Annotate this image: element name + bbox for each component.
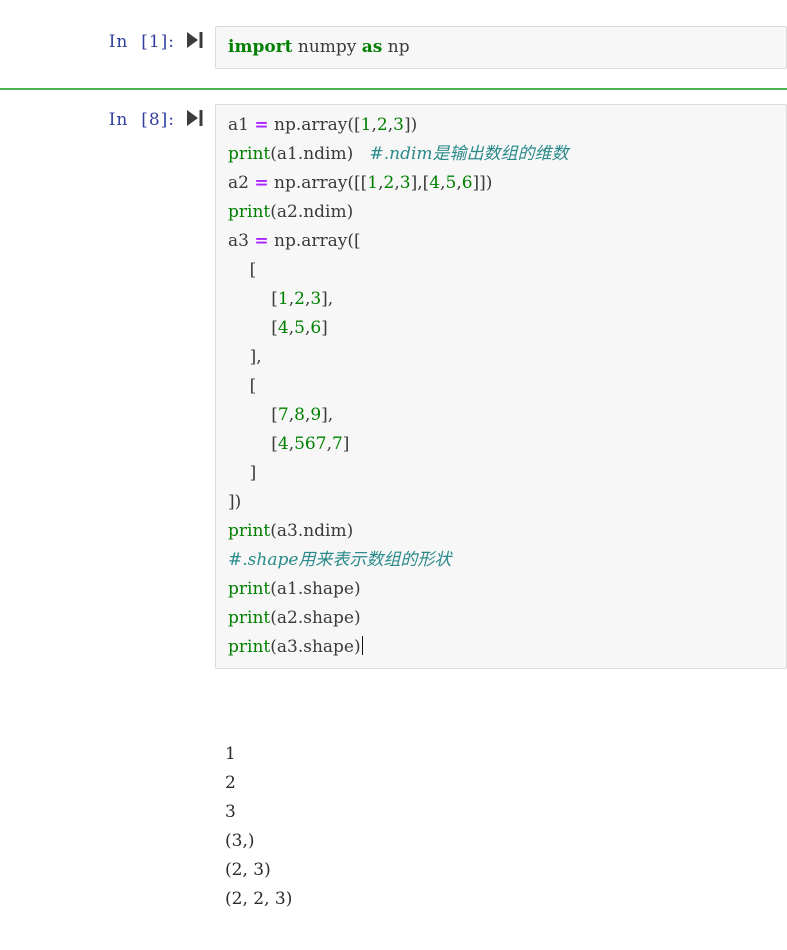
run-button-1[interactable] bbox=[175, 26, 215, 50]
code-content-1[interactable]: import numpy as np bbox=[228, 33, 776, 62]
code-content-2[interactable]: a1 = np.array([1,2,3]) print(a1.ndim) #.… bbox=[228, 111, 776, 662]
run-cell-icon[interactable] bbox=[186, 30, 204, 50]
tok-num: 3 bbox=[399, 173, 411, 193]
tok-num: 3 bbox=[393, 115, 404, 135]
tok-print-args: (a1.shape) bbox=[270, 579, 361, 599]
tok-bracket-close-comma: ], bbox=[228, 347, 262, 367]
output-area: 1 2 3 (3,) (2, 3) (2, 2, 3) bbox=[215, 740, 292, 914]
token-keyword-as: as bbox=[361, 37, 383, 57]
tok-num: 2 bbox=[294, 289, 305, 309]
tok-nparray-1: np.array([ bbox=[268, 115, 361, 135]
tok-bracket-open: [ bbox=[228, 318, 278, 338]
tok-gap bbox=[353, 144, 369, 164]
tok-num: 2 bbox=[383, 173, 395, 193]
tok-num: 7 bbox=[277, 405, 289, 425]
tok-comment-shape: #.shape用来表示数组的形状 bbox=[228, 550, 452, 570]
output-run-spacer bbox=[175, 740, 215, 744]
run-cell-icon[interactable] bbox=[186, 108, 204, 128]
tok-print-args: (a1.ndim) bbox=[270, 144, 354, 164]
tok-num: 6 bbox=[461, 173, 473, 193]
tok-num: 5 bbox=[445, 173, 457, 193]
tok-num: 1 bbox=[277, 289, 289, 309]
tok-print: print bbox=[228, 608, 271, 628]
tok-num: 3 bbox=[310, 289, 322, 309]
tok-close-2: ]]) bbox=[472, 173, 493, 193]
tok-num: 1 bbox=[360, 115, 372, 135]
tok-print: print bbox=[228, 637, 271, 657]
tok-num: 5 bbox=[294, 318, 305, 338]
notebook-cell-1[interactable]: In [1]: import numpy as np bbox=[0, 26, 787, 69]
tok-num: 4 bbox=[429, 173, 441, 193]
tok-close-1: ]) bbox=[403, 115, 418, 135]
tok-nparray-2: np.array([[ bbox=[268, 173, 368, 193]
tok-a2: a2 bbox=[228, 173, 255, 193]
notebook-cell-2[interactable]: In [8]: a1 = np.array([1,2,3]) print(a1.… bbox=[0, 104, 787, 669]
tok-bracket-open: [ bbox=[228, 260, 257, 280]
tok-num: 4 bbox=[277, 434, 289, 454]
tok-bracket-close: ] bbox=[228, 463, 257, 483]
text-cursor bbox=[361, 636, 363, 655]
tok-assign-3: = bbox=[254, 231, 269, 251]
tok-array-close: ]) bbox=[228, 492, 242, 512]
tok-print: print bbox=[228, 202, 271, 222]
tok-print-args: (a3.ndim) bbox=[270, 521, 354, 541]
tok-assign-1: = bbox=[254, 115, 269, 135]
tok-print: print bbox=[228, 144, 271, 164]
tok-num-567: 567 bbox=[294, 434, 327, 454]
tok-bracket-open: [ bbox=[228, 405, 278, 425]
tok-num: 6 bbox=[310, 318, 322, 338]
tok-bracket-close: ] bbox=[321, 318, 328, 338]
tok-print: print bbox=[228, 521, 271, 541]
tok-bracket-close: ] bbox=[342, 434, 350, 454]
run-button-2[interactable] bbox=[175, 104, 215, 128]
tok-bracket-open: [ bbox=[228, 289, 278, 309]
tok-num: 1 bbox=[367, 173, 379, 193]
tok-bracket-close: ], bbox=[321, 405, 334, 425]
tok-num: 8 bbox=[294, 405, 305, 425]
cell-separator-line bbox=[0, 88, 787, 90]
tok-num: 4 bbox=[277, 318, 289, 338]
tok-mid: ],[ bbox=[410, 173, 430, 193]
cell-output-row: 1 2 3 (3,) (2, 3) (2, 2, 3) bbox=[0, 740, 787, 914]
prompt-column-1: In [1]: bbox=[0, 26, 175, 54]
tok-print-args: (a2.shape) bbox=[270, 608, 361, 628]
notebook-container: In [1]: import numpy as np In [8]: a1 = … bbox=[0, 0, 787, 950]
tok-a1: a1 bbox=[228, 115, 255, 135]
token-keyword-import: import bbox=[228, 37, 293, 57]
tok-print-args: (a3.shape) bbox=[270, 637, 361, 657]
tok-num: 2 bbox=[376, 115, 388, 135]
input-prompt-label-2: In [8]: bbox=[108, 110, 175, 130]
token-module-numpy: numpy bbox=[292, 37, 362, 57]
code-input-box-1[interactable]: import numpy as np bbox=[215, 26, 787, 69]
token-alias-np: np bbox=[382, 37, 410, 57]
tok-bracket-open: [ bbox=[228, 376, 257, 396]
prompt-column-2: In [8]: bbox=[0, 104, 175, 132]
tok-print: print bbox=[228, 579, 271, 599]
tok-a3: a3 bbox=[228, 231, 255, 251]
tok-num: 9 bbox=[310, 405, 322, 425]
tok-assign-2: = bbox=[254, 173, 269, 193]
tok-nparray-3: np.array([ bbox=[268, 231, 361, 251]
tok-print-args: (a2.ndim) bbox=[270, 202, 354, 222]
tok-num: 7 bbox=[331, 434, 343, 454]
tok-comment-ndim: #.ndim是输出数组的维数 bbox=[369, 144, 569, 164]
tok-bracket-open: [ bbox=[228, 434, 278, 454]
input-prompt-label-1: In [1]: bbox=[108, 32, 175, 52]
tok-bracket-close: ], bbox=[321, 289, 334, 309]
code-input-box-2[interactable]: a1 = np.array([1,2,3]) print(a1.ndim) #.… bbox=[215, 104, 787, 669]
output-stream-text: 1 2 3 (3,) (2, 3) (2, 2, 3) bbox=[225, 744, 293, 909]
